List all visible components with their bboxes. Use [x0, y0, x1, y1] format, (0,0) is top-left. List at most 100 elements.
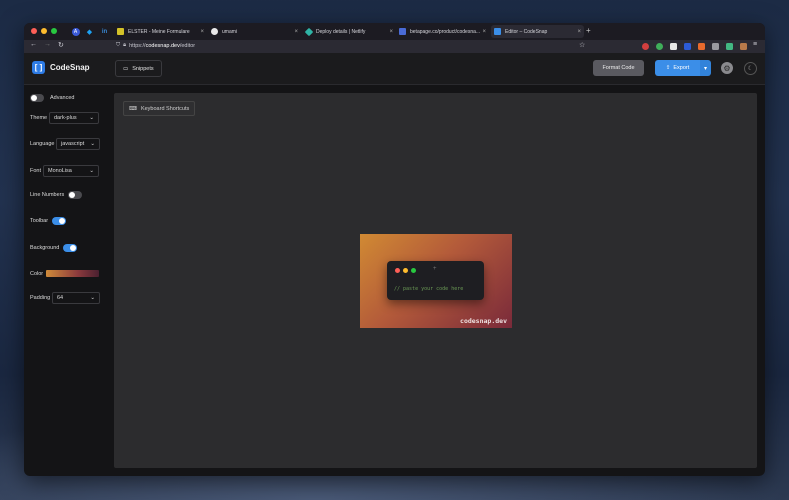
chevron-down-icon: ▾ [703, 65, 707, 72]
forward-arrow-icon[interactable]: → [44, 41, 51, 48]
navigation-bar: ← → ↻ ⛉ 🔒︎ https://codesnap.dev/editor ☆… [24, 40, 765, 53]
extension-vue-icon[interactable] [726, 43, 733, 50]
export-button[interactable]: ⇪ Export [655, 60, 700, 76]
tab-close-icon[interactable]: × [577, 29, 581, 35]
tab-close-icon[interactable]: × [200, 29, 204, 35]
font-value: MonoLisa [48, 168, 72, 174]
padding-label: Padding [30, 295, 51, 301]
font-select[interactable]: MonoLisa ⌄ [43, 165, 99, 177]
toolbar-setting: Toolbar [30, 217, 67, 225]
background-setting: Background [30, 244, 78, 252]
advanced-setting: Advanced [30, 94, 74, 102]
new-tab-button[interactable]: + [586, 26, 591, 35]
language-label: Language [30, 141, 55, 147]
color-label: Color [30, 270, 44, 277]
advanced-label: Advanced [50, 95, 75, 101]
color-setting: Color [30, 270, 99, 277]
tab-bar: A ◆ in ELSTER - Meine Formulare × umami … [24, 23, 765, 40]
keyboard-shortcuts-button[interactable]: ⌨ Keyboard Shortcuts [123, 101, 196, 116]
tab-title: ELSTER - Meine Formulare [128, 28, 190, 35]
tab-umami[interactable]: umami × [211, 25, 301, 38]
pinned-tab-twitter-icon[interactable]: ◆ [84, 26, 95, 37]
font-setting: Font MonoLisa ⌄ [30, 165, 99, 177]
tab-title: Deploy details | Netlify [316, 28, 366, 35]
bookmark-star-icon[interactable]: ☆ [579, 41, 585, 49]
extension-orange-icon[interactable] [698, 43, 705, 50]
tab-close-icon[interactable]: × [482, 29, 486, 35]
export-label: Export [673, 65, 690, 71]
back-arrow-icon[interactable]: ← [30, 41, 37, 48]
keyboard-icon: ⌨ [129, 105, 137, 112]
pinned-tab-a-icon[interactable]: A [70, 26, 81, 37]
language-select[interactable]: javascript ⌄ [56, 138, 100, 150]
theme-toggle-icon[interactable]: ☾ [744, 62, 757, 75]
font-label: Font [30, 168, 42, 174]
close-window-button[interactable] [31, 28, 37, 34]
theme-select[interactable]: dark-plus ⌄ [49, 112, 99, 124]
reload-icon[interactable]: ↻ [58, 41, 64, 49]
background-toggle[interactable] [63, 244, 78, 252]
elster-favicon-icon [117, 28, 124, 35]
extension-bitwarden-icon[interactable] [684, 43, 691, 50]
format-code-button[interactable]: Format Code [593, 60, 644, 76]
toolbar-label: Toolbar [30, 218, 49, 224]
tab-title: betapage.co/product/codesna... [410, 28, 481, 35]
maximize-window-button[interactable] [51, 28, 57, 34]
green-dot-icon [411, 268, 416, 273]
padding-select[interactable]: 64 ⌄ [52, 292, 100, 304]
settings-sidebar: Advanced Theme dark-plus ⌄ Language java… [24, 85, 112, 476]
chevron-down-icon: ⌄ [90, 141, 95, 147]
snippet-preview: + // paste your code here codesnap.dev [360, 234, 512, 328]
line-numbers-setting: Line Numbers [30, 191, 83, 199]
tab-title: Editor – CodeSnap [505, 28, 548, 35]
extension-shield-icon[interactable] [670, 43, 677, 50]
tab-netlify[interactable]: Deploy details | Netlify × [304, 25, 396, 38]
pinned-tab-linkedin-icon[interactable]: in [99, 26, 110, 37]
code-editor[interactable]: // paste your code here [394, 286, 463, 292]
red-dot-icon [395, 268, 400, 273]
yellow-dot-icon [403, 268, 408, 273]
advanced-toggle[interactable] [30, 94, 44, 102]
tab-betapage[interactable]: betapage.co/product/codesna... × [399, 25, 489, 38]
chevron-down-icon: ⌄ [89, 168, 94, 174]
gradient-color-picker[interactable] [46, 270, 99, 277]
snippets-icon: ▭ [123, 65, 129, 72]
export-icon: ⇪ [665, 65, 671, 71]
shield-icon: ⛉ [116, 42, 121, 48]
tab-close-icon[interactable]: × [294, 29, 298, 35]
tab-close-icon[interactable]: × [389, 29, 393, 35]
browser-window: A ◆ in ELSTER - Meine Formulare × umami … [24, 23, 765, 476]
window-controls [31, 28, 57, 34]
extension-pen-icon[interactable] [712, 43, 719, 50]
lock-icon: 🔒︎ [123, 42, 127, 48]
extension-green-icon[interactable] [656, 43, 663, 50]
theme-setting: Theme dark-plus ⌄ [30, 112, 99, 124]
format-code-label: Format Code [602, 65, 635, 71]
snippets-label: Snippets [132, 65, 154, 72]
theme-label: Theme [30, 115, 48, 121]
codesnap-logo-icon: [ ] [32, 61, 45, 74]
snippets-button[interactable]: ▭ Snippets [115, 60, 162, 77]
settings-gear-icon[interactable]: ⚙ [721, 62, 733, 74]
export-dropdown-button[interactable]: ▾ [700, 60, 711, 76]
tab-codesnap[interactable]: Editor – CodeSnap × [491, 25, 584, 38]
betapage-favicon-icon [399, 28, 406, 35]
codesnap-favicon-icon [494, 28, 501, 35]
chevron-down-icon: ⌄ [89, 115, 94, 121]
menu-icon[interactable]: ≡ [753, 41, 757, 48]
minimize-window-button[interactable] [41, 28, 47, 34]
extension-brown-icon[interactable] [740, 43, 747, 50]
code-window: + // paste your code here [387, 261, 484, 300]
tab-elster[interactable]: ELSTER - Meine Formulare × [117, 25, 207, 38]
padding-value: 64 [57, 295, 64, 301]
chevron-down-icon: ⌄ [90, 295, 95, 301]
netlify-favicon-icon [304, 27, 314, 36]
add-tab-icon[interactable]: + [433, 266, 437, 272]
url-text: https://codesnap.dev/editor [129, 42, 196, 49]
toolbar-toggle[interactable] [52, 217, 67, 225]
tab-title: umami [222, 28, 238, 35]
extension-red-icon[interactable] [642, 43, 649, 50]
line-numbers-toggle[interactable] [68, 191, 83, 199]
code-window-controls [395, 268, 416, 273]
address-bar[interactable]: ⛉ 🔒︎ https://codesnap.dev/editor [116, 42, 195, 49]
